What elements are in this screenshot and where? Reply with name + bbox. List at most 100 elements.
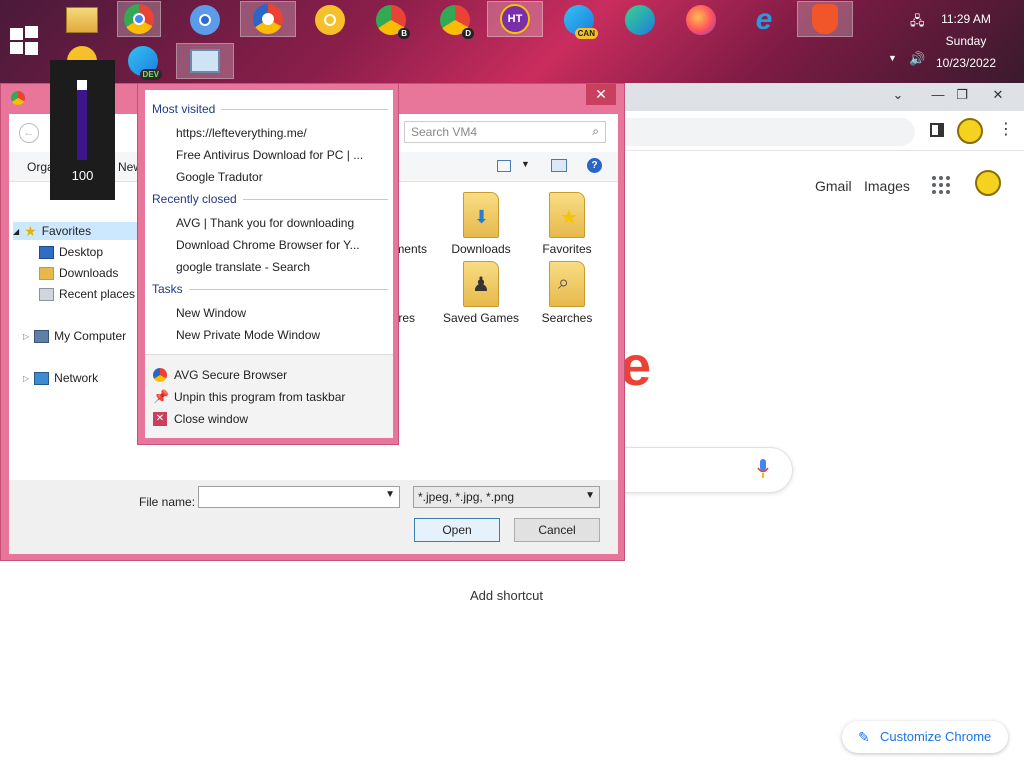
brave-icon[interactable] (797, 1, 853, 37)
chrome-icon[interactable] (117, 1, 161, 37)
edge-dev-icon[interactable]: DEV (121, 43, 165, 80)
file-type-select[interactable]: *.jpeg, *.jpg, *.png ▼ (413, 486, 600, 508)
edge-canary-icon[interactable]: CAN (557, 2, 601, 39)
folder-label: Downloads (451, 242, 511, 256)
firefox-icon[interactable] (679, 2, 723, 38)
folder-favorites[interactable]: ★ Favorites (527, 192, 607, 256)
chevron-down-icon[interactable]: ▼ (385, 489, 395, 500)
dialog-footer: File name: ▼ *.jpeg, *.jpg, *.png ▼ Open… (9, 480, 618, 554)
restore-button[interactable]: ❐ (946, 85, 978, 105)
file-explorer-icon[interactable] (60, 2, 104, 38)
tree-item-downloads[interactable]: Downloads (39, 266, 118, 280)
resource-monitor-icon[interactable] (176, 43, 234, 79)
tab-search-chevron-icon[interactable]: ⌄ (882, 85, 914, 105)
folder-saved-games[interactable]: ♟ Saved Games (441, 261, 521, 325)
volume-slider-thumb[interactable] (77, 80, 87, 90)
tree-item-my-computer[interactable]: ▷ My Computer (23, 329, 126, 343)
tree-item-network[interactable]: ▷ Network (23, 371, 98, 385)
customize-chrome-label: Customize Chrome (880, 729, 992, 744)
tree-label: Desktop (59, 245, 104, 259)
taskbar: B D HT CAN e DEV 🖧 ▼ 🔊 11:29 AM Sunday 1… (0, 0, 1024, 83)
add-shortcut-label[interactable]: Add shortcut (470, 588, 543, 603)
dialog-app-icon (11, 91, 25, 105)
search-icon: ⌕ (592, 124, 599, 138)
images-link[interactable]: Images (864, 178, 910, 194)
chrome-canary-icon[interactable] (308, 2, 352, 38)
view-dropdown-icon[interactable]: ▼ (521, 159, 530, 169)
expand-arrow-icon[interactable]: ▷ (23, 332, 29, 341)
jump-list-item[interactable]: Free Antivirus Download for PC | ... (176, 148, 363, 162)
new-window-item[interactable]: New Window (176, 306, 246, 320)
google-account-avatar[interactable] (975, 170, 1001, 196)
chrome-beta-icon[interactable]: B (369, 2, 413, 39)
ht-app-icon[interactable]: HT (487, 1, 543, 37)
chrome-menu-icon[interactable]: ⋮ (998, 119, 1014, 139)
item-label: AVG Secure Browser (174, 368, 288, 382)
close-window-button[interactable]: ✕ (982, 85, 1014, 105)
search-vm4-input[interactable]: Search VM4 ⌕ (404, 121, 606, 143)
profile-avatar-icon[interactable] (957, 118, 983, 144)
folder-searches[interactable]: ⌕ Searches (527, 261, 607, 325)
internet-explorer-icon[interactable]: e (742, 2, 786, 38)
folder-label: Favorites (542, 242, 592, 256)
close-icon: ✕ (153, 412, 167, 426)
item-label: Close window (174, 412, 249, 426)
computer-icon (34, 329, 50, 343)
unpin-item[interactable]: 📌 Unpin this program from taskbar (153, 390, 345, 405)
customize-chrome-button[interactable]: ✎ Customize Chrome (842, 721, 1008, 753)
volume-level: 100 (71, 168, 94, 183)
close-window-item[interactable]: ✕ Close window (153, 412, 248, 426)
view-options-icon[interactable] (497, 160, 511, 172)
voice-search-icon[interactable] (757, 459, 769, 479)
avg-secure-browser-icon[interactable] (240, 1, 296, 37)
tree-item-favorites[interactable]: ◢ ★ Favorites (13, 222, 139, 240)
expand-arrow-icon[interactable]: ◢ (13, 227, 19, 236)
dialog-close-button[interactable]: ✕ (586, 84, 616, 105)
network-tray-icon[interactable]: 🖧 (910, 12, 925, 34)
folder-label: Saved Games (442, 311, 520, 325)
dev-badge: D (462, 28, 474, 39)
jump-list-item[interactable]: google translate - Search (176, 260, 310, 274)
open-button[interactable]: Open (414, 518, 500, 542)
search-placeholder: Search VM4 (411, 125, 478, 139)
file-name-input[interactable]: ▼ (198, 486, 400, 508)
show-hidden-icons-chevron[interactable]: ▼ (888, 53, 897, 63)
desktop-icon (39, 245, 54, 259)
jump-list-item[interactable]: AVG | Thank you for downloading (176, 216, 354, 230)
avg-secure-browser-item[interactable]: AVG Secure Browser (153, 368, 287, 382)
jump-list-footer: AVG Secure Browser 📌 Unpin this program … (145, 354, 393, 438)
star-icon: ★ (24, 222, 37, 239)
back-arrow-icon[interactable]: ← (19, 123, 39, 143)
chrome-dev-icon[interactable]: D (433, 2, 477, 39)
edge-icon[interactable] (618, 2, 662, 38)
searches-folder-icon: ⌕ (549, 261, 585, 307)
folder-downloads[interactable]: ⬇ Downloads (441, 192, 521, 256)
start-button[interactable] (10, 26, 40, 56)
preview-pane-icon[interactable] (551, 159, 567, 172)
volume-tray-icon[interactable]: 🔊 (909, 51, 925, 67)
tree-item-desktop[interactable]: Desktop (39, 245, 103, 259)
chevron-down-icon: ▼ (585, 490, 595, 501)
help-icon[interactable]: ? (587, 158, 602, 173)
jump-list-item[interactable]: Google Tradutor (176, 170, 263, 184)
section-title: Recently closed (152, 192, 237, 206)
gmail-link[interactable]: Gmail (815, 178, 852, 194)
tree-label: Favorites (41, 224, 92, 238)
tree-label: Downloads (59, 266, 119, 280)
avg-browser-icon (153, 368, 167, 382)
jump-list-body: Most visited https://lefteverything.me/ … (145, 90, 393, 354)
tree-item-recent-places[interactable]: Recent places (39, 287, 135, 301)
system-clock[interactable]: 11:29 AM Sunday 10/23/2022 (926, 8, 1006, 74)
favorites-folder-icon: ★ (549, 192, 585, 238)
saved-games-folder-icon: ♟ (463, 261, 499, 307)
jump-list-item[interactable]: https://lefteverything.me/ (176, 126, 307, 140)
navigation-pane: ◢ ★ Favorites Desktop Downloads Recent p… (9, 184, 139, 484)
new-private-window-item[interactable]: New Private Mode Window (176, 328, 320, 342)
volume-slider[interactable] (77, 80, 87, 160)
cancel-button[interactable]: Cancel (514, 518, 600, 542)
chromium-icon[interactable] (183, 2, 227, 38)
google-apps-icon[interactable] (932, 176, 950, 194)
jump-list-item[interactable]: Download Chrome Browser for Y... (176, 238, 360, 252)
expand-arrow-icon[interactable]: ▷ (23, 374, 29, 383)
side-panel-icon[interactable] (930, 123, 944, 137)
